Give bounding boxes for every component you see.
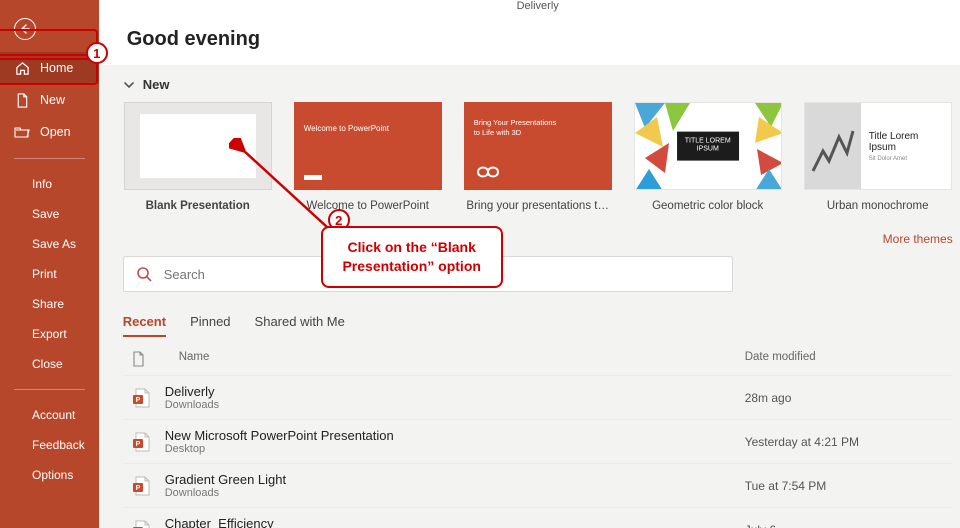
file-name: New Microsoft PowerPoint Presentation xyxy=(165,428,745,443)
nav-new-label: New xyxy=(40,93,65,107)
file-name: Gradient Green Light xyxy=(165,472,745,487)
title-strip: Deliverly xyxy=(99,0,960,20)
file-location: Desktop xyxy=(165,443,745,455)
nav-save-as[interactable]: Save As xyxy=(0,229,99,259)
home-icon xyxy=(14,60,30,76)
file-icon xyxy=(14,92,30,108)
templates-row: Blank Presentation Welcome to PowerPoint… xyxy=(123,98,953,226)
template-thumbnail: Welcome to PowerPoint xyxy=(294,102,442,190)
template-welcome[interactable]: Welcome to PowerPoint Welcome to PowerPo… xyxy=(293,102,443,212)
chevron-down-icon xyxy=(123,79,135,91)
nav-save[interactable]: Save xyxy=(0,199,99,229)
nav-close[interactable]: Close xyxy=(0,349,99,379)
template-3d[interactable]: Bring Your Presentations to Life with 3D… xyxy=(463,102,613,212)
template-label: Bring your presentations t… xyxy=(466,200,609,212)
file-date: July 6 xyxy=(745,523,945,528)
nav-new[interactable]: New xyxy=(0,84,99,116)
file-date: Yesterday at 4:21 PM xyxy=(745,435,945,449)
nav-info[interactable]: Info xyxy=(0,169,99,199)
nav-account[interactable]: Account xyxy=(0,400,99,430)
nav-feedback[interactable]: Feedback xyxy=(0,430,99,460)
nav-open-label: Open xyxy=(40,125,71,139)
template-label: Urban monochrome xyxy=(827,200,929,212)
file-location: Downloads xyxy=(165,399,745,411)
back-button[interactable] xyxy=(14,18,36,40)
template-geometric[interactable]: TITLE LOREMIPSUM Geometric color block xyxy=(633,102,783,212)
nav-home[interactable]: Home xyxy=(0,52,99,84)
folder-open-icon xyxy=(14,124,30,140)
svg-text:P: P xyxy=(135,441,140,448)
nav-share[interactable]: Share xyxy=(0,289,99,319)
file-location: Downloads xyxy=(165,487,745,499)
svg-text:P: P xyxy=(135,485,140,492)
divider xyxy=(14,389,85,390)
tab-recent[interactable]: Recent xyxy=(123,314,166,337)
file-row[interactable]: PChapter_EfficiencyDownloadsJuly 6 xyxy=(123,507,953,528)
powerpoint-file-icon: P xyxy=(131,431,151,453)
template-label: Welcome to PowerPoint xyxy=(306,200,429,212)
nav-options[interactable]: Options xyxy=(0,460,99,490)
annotation-step-1: 1 xyxy=(86,42,108,64)
recent-tabs: Recent Pinned Shared with Me xyxy=(123,314,953,337)
template-thumbnail: TITLE LOREMIPSUM xyxy=(634,102,782,190)
more-themes-link[interactable]: More themes xyxy=(883,232,953,246)
annotation-callout: Click on the “Blank Presentation” option xyxy=(321,226,503,288)
search-icon xyxy=(136,266,152,282)
arrow-left-icon xyxy=(19,23,31,35)
template-urban-monochrome[interactable]: Title Lorem Ipsum Sit Dolor Amet Urban m… xyxy=(803,102,953,212)
svg-text:P: P xyxy=(135,397,140,404)
document-title: Deliverly xyxy=(517,0,559,12)
file-date: 28m ago xyxy=(745,391,945,405)
file-list-header: Name Date modified xyxy=(123,337,953,375)
tab-pinned[interactable]: Pinned xyxy=(190,314,230,337)
column-name: Name xyxy=(145,351,745,367)
file-name: Chapter_Efficiency xyxy=(165,516,745,528)
file-date: Tue at 7:54 PM xyxy=(745,479,945,493)
template-blank-presentation[interactable]: Blank Presentation xyxy=(123,102,273,212)
powerpoint-file-icon: P xyxy=(131,519,151,528)
file-row[interactable]: P New Microsoft PowerPoint PresentationDe… xyxy=(123,419,953,463)
template-label: Blank Presentation xyxy=(146,200,250,212)
template-thumbnail xyxy=(124,102,272,190)
template-thumbnail: Title Lorem Ipsum Sit Dolor Amet xyxy=(804,102,952,190)
new-section-header[interactable]: New xyxy=(123,67,953,98)
new-section-title: New xyxy=(143,77,170,92)
nav-print[interactable]: Print xyxy=(0,259,99,289)
backstage-sidebar: Home New Open Info Save Save As Print Sh… xyxy=(0,0,99,528)
nav-home-label: Home xyxy=(40,61,73,75)
file-row[interactable]: P DeliverlyDownloads28m ago xyxy=(123,375,953,419)
file-icon xyxy=(131,351,145,367)
main-area: Deliverly Good evening New Blank Present… xyxy=(99,0,960,528)
column-date: Date modified xyxy=(745,351,945,367)
template-thumbnail: Bring Your Presentations to Life with 3D xyxy=(464,102,612,190)
greeting-heading: Good evening xyxy=(127,28,949,51)
template-label: Geometric color block xyxy=(652,200,763,212)
powerpoint-file-icon: P xyxy=(131,475,151,497)
nav-open[interactable]: Open xyxy=(0,116,99,148)
divider xyxy=(14,158,85,159)
powerpoint-file-icon: P xyxy=(131,387,151,409)
tab-shared[interactable]: Shared with Me xyxy=(255,314,345,337)
nav-export[interactable]: Export xyxy=(0,319,99,349)
file-row[interactable]: P Gradient Green LightDownloadsTue at 7:5… xyxy=(123,463,953,507)
file-name: Deliverly xyxy=(165,384,745,399)
